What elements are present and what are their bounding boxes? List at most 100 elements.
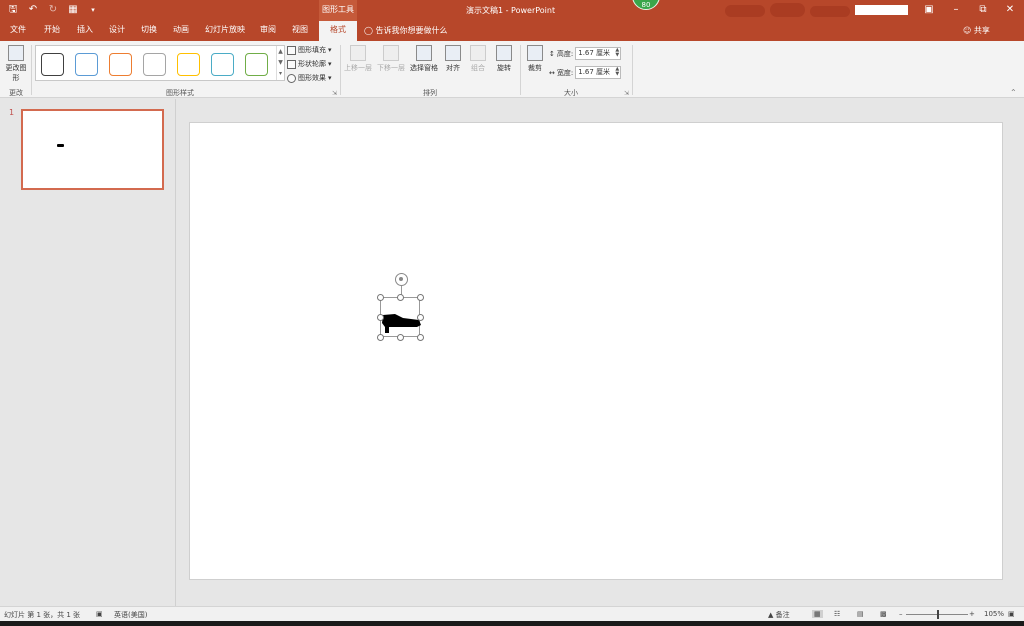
- shape-styles-gallery: ▲ ▼ ▾: [35, 45, 285, 81]
- spinner-icon[interactable]: ▲ ▼: [615, 48, 619, 58]
- send-backward-label: 下移一层: [377, 64, 405, 72]
- zoom-slider-thumb[interactable]: [937, 610, 939, 619]
- shape-style-swatch[interactable]: [109, 53, 132, 76]
- send-backward-icon: [383, 45, 399, 61]
- notes-button[interactable]: ▲ 备注: [768, 610, 790, 620]
- lightbulb-icon: ◯: [364, 26, 373, 35]
- tell-me-search[interactable]: ◯ 告诉我你想要做什么: [364, 25, 448, 36]
- dialog-launcher-icon[interactable]: ⇲: [624, 90, 629, 97]
- width-value: 1.67 厘米: [578, 68, 611, 76]
- group-label-arrange: 排列: [423, 89, 437, 97]
- tab-format[interactable]: 格式: [319, 21, 357, 41]
- height-icon: ↕: [549, 49, 555, 58]
- shape-style-swatch[interactable]: [143, 53, 166, 76]
- tab-file[interactable]: 文件: [4, 21, 32, 41]
- chevron-down-icon: ▾: [328, 46, 332, 54]
- spinner-icon[interactable]: ▲ ▼: [615, 67, 619, 77]
- tab-insert[interactable]: 插入: [71, 21, 99, 41]
- shape-style-swatch[interactable]: [177, 53, 200, 76]
- tab-home[interactable]: 开始: [38, 21, 66, 41]
- tab-transitions[interactable]: 切换: [135, 21, 163, 41]
- restore-icon[interactable]: ⧉: [972, 3, 994, 17]
- align-button[interactable]: 对齐: [442, 45, 464, 73]
- resize-handle[interactable]: [397, 294, 404, 301]
- selection-pane-button[interactable]: 选择窗格: [408, 45, 440, 73]
- edit-shape-icon: [8, 45, 24, 61]
- height-field[interactable]: 1.67 厘米 ▲ ▼: [575, 47, 622, 60]
- language-status[interactable]: 英语(美国): [114, 610, 147, 620]
- status-bar: 幻灯片 第 1 张，共 1 张 ▣ 英语(美国) ▲ 备注 ▦ ☷ ▤ ▩ – …: [0, 606, 1024, 621]
- slide-sorter-icon[interactable]: ☷: [834, 610, 840, 618]
- width-icon: ↔: [549, 68, 555, 77]
- tab-animations[interactable]: 动画: [167, 21, 195, 41]
- send-backward-button[interactable]: 下移一层: [375, 45, 407, 73]
- reading-view-icon[interactable]: ▤: [857, 610, 864, 618]
- slideshow-view-icon[interactable]: ▩: [880, 610, 887, 618]
- gallery-scroll[interactable]: ▲ ▼ ▾: [276, 46, 284, 80]
- bring-forward-button[interactable]: 上移一层: [342, 45, 374, 73]
- height-value: 1.67 厘米: [578, 49, 611, 57]
- shoe-icon: [382, 314, 421, 333]
- zoom-in-icon[interactable]: +: [969, 610, 975, 618]
- shape-outline-button[interactable]: 形状轮廓 ▾: [287, 59, 332, 69]
- resize-handle[interactable]: [377, 314, 384, 321]
- resize-handle[interactable]: [417, 294, 424, 301]
- resize-handle[interactable]: [377, 334, 384, 341]
- resize-handle[interactable]: [397, 334, 404, 341]
- shape-effects-label: 图形效果: [298, 74, 326, 82]
- shape-style-swatch[interactable]: [41, 53, 64, 76]
- minimize-icon[interactable]: –: [945, 3, 967, 17]
- slide-thumbnail[interactable]: [21, 109, 164, 190]
- change-shape-button[interactable]: 更改图 形: [3, 45, 29, 83]
- tab-review[interactable]: 审阅: [254, 21, 282, 41]
- gallery-more-icon[interactable]: ▾: [277, 68, 284, 79]
- close-icon[interactable]: ✕: [999, 3, 1021, 17]
- chevron-down-icon: ▾: [328, 74, 332, 82]
- zoom-out-icon[interactable]: –: [899, 610, 903, 618]
- title-bar: 🖫 ↶ ↻ ▦ ▾ 图形工具 演示文稿1 - PowerPoint 80 ▣ –…: [0, 0, 1024, 21]
- tab-slideshow[interactable]: 幻灯片放映: [202, 21, 248, 41]
- shape-style-swatch[interactable]: [75, 53, 98, 76]
- zoom-level[interactable]: 105%: [984, 610, 1004, 618]
- chevron-down-icon[interactable]: ▼: [277, 57, 284, 68]
- change-shape-label-1: 更改图: [5, 64, 27, 72]
- undo-icon[interactable]: ↶: [26, 3, 40, 17]
- tab-view[interactable]: 视图: [286, 21, 314, 41]
- normal-view-icon[interactable]: ▦: [812, 610, 823, 618]
- spellcheck-icon[interactable]: ▣: [96, 610, 103, 618]
- selected-shape[interactable]: [377, 294, 424, 341]
- customize-qat-icon[interactable]: ▾: [86, 3, 100, 17]
- shape-style-swatch[interactable]: [245, 53, 268, 76]
- save-icon[interactable]: 🖫: [6, 3, 20, 17]
- start-from-beginning-icon[interactable]: ▦: [66, 3, 80, 17]
- tab-design[interactable]: 设计: [103, 21, 131, 41]
- effects-icon: [287, 73, 296, 83]
- crop-button[interactable]: 裁剪: [524, 45, 546, 73]
- account-name-box[interactable]: [855, 5, 908, 15]
- group-objects-label: 组合: [471, 64, 485, 72]
- person-icon: ☺: [963, 26, 972, 35]
- resize-handle[interactable]: [417, 314, 424, 321]
- fit-slide-icon[interactable]: ▣: [1008, 610, 1015, 618]
- rotate-button[interactable]: 旋转: [493, 45, 515, 73]
- redo-icon[interactable]: ↻: [46, 3, 60, 17]
- shape-effects-button[interactable]: 图形效果 ▾: [287, 73, 332, 83]
- ribbon-display-options-icon[interactable]: ▣: [918, 3, 940, 17]
- share-button[interactable]: ☺ 共享: [963, 25, 990, 36]
- chevron-up-icon[interactable]: ▲: [277, 46, 284, 57]
- width-field[interactable]: 1.67 厘米 ▲ ▼: [575, 66, 622, 79]
- shape-style-swatch[interactable]: [211, 53, 234, 76]
- notes-icon: ▲: [768, 611, 774, 619]
- height-row: ↕ 高度: 1.67 厘米 ▲ ▼: [549, 47, 622, 60]
- slide-canvas[interactable]: [189, 122, 1003, 580]
- resize-handle[interactable]: [377, 294, 384, 301]
- group-objects-button[interactable]: 组合: [467, 45, 489, 73]
- taskbar-edge: [0, 621, 1024, 626]
- shape-fill-button[interactable]: 图形填充 ▾: [287, 45, 332, 55]
- dialog-launcher-icon[interactable]: ⇲: [332, 90, 337, 97]
- paint-bucket-icon: [287, 45, 296, 55]
- resize-handle[interactable]: [417, 334, 424, 341]
- collapse-ribbon-icon[interactable]: ⌃: [1010, 88, 1017, 97]
- rotate-handle-icon[interactable]: [395, 273, 408, 286]
- group-label-change: 更改: [9, 89, 23, 97]
